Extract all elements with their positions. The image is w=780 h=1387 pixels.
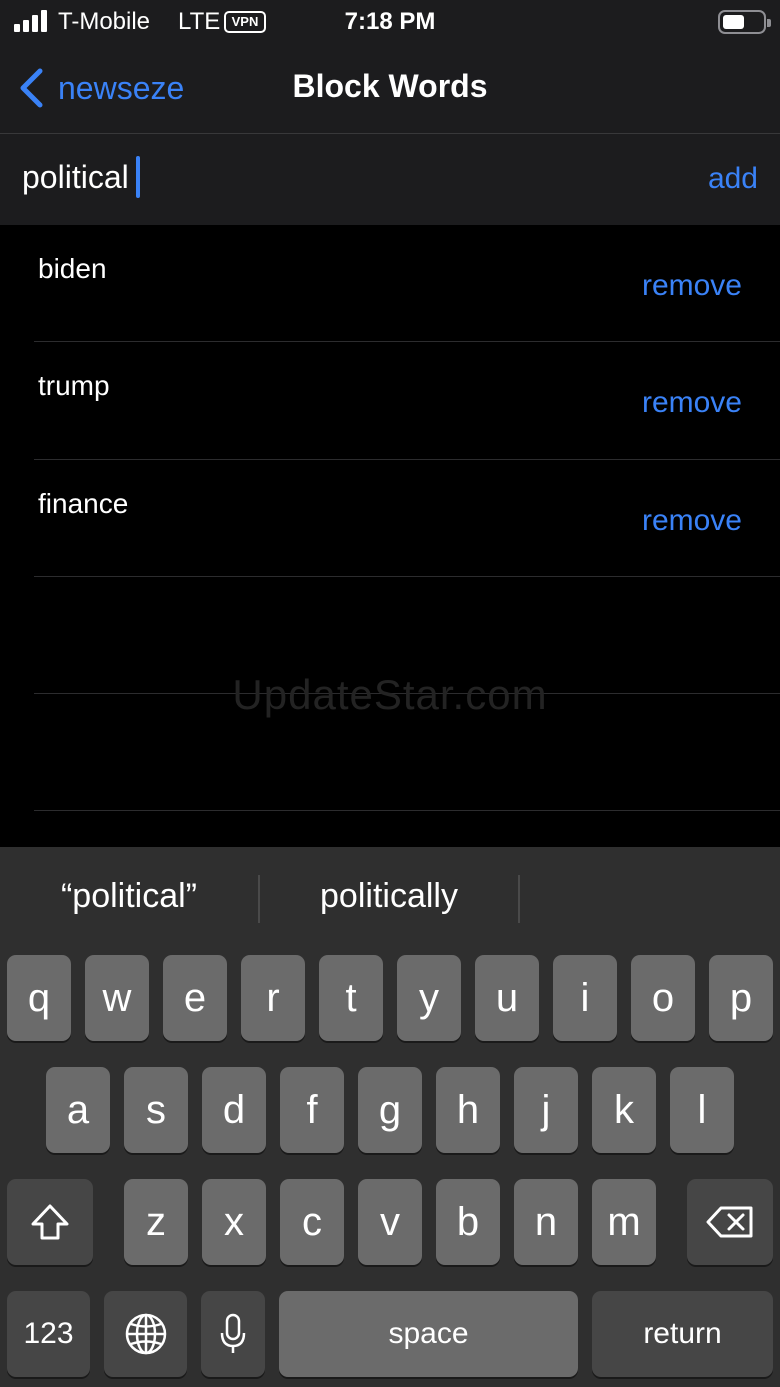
key-j[interactable]: j [514,1067,578,1153]
remove-button[interactable]: remove [642,386,742,420]
key-e[interactable]: e [163,955,227,1041]
globe-icon [125,1313,166,1355]
add-word-row: add [0,134,780,225]
key-p[interactable]: p [709,955,773,1041]
delete-icon [706,1206,753,1238]
shift-icon [31,1204,69,1240]
row-divider [34,810,780,811]
key-w[interactable]: w [85,955,149,1041]
key-y[interactable]: y [397,955,461,1041]
key-u[interactable]: u [475,955,539,1041]
shift-key[interactable] [7,1179,93,1265]
key-r[interactable]: r [241,955,305,1041]
key-n[interactable]: n [514,1179,578,1265]
key-b[interactable]: b [436,1179,500,1265]
key-o[interactable]: o [631,955,695,1041]
key-h[interactable]: h [436,1067,500,1153]
key-g[interactable]: g [358,1067,422,1153]
key-k[interactable]: k [592,1067,656,1153]
key-z[interactable]: z [124,1179,188,1265]
row-divider [34,576,780,577]
remove-button[interactable]: remove [642,504,742,538]
key-x[interactable]: x [202,1179,266,1265]
key-s[interactable]: s [124,1067,188,1153]
key-t[interactable]: t [319,955,383,1041]
blocked-words-list: biden remove trump remove finance remove… [0,225,780,847]
blocked-word: biden [38,253,107,284]
text-cursor [136,156,140,198]
block-word-input[interactable] [22,152,662,202]
key-f[interactable]: f [280,1067,344,1153]
suggestion-divider [518,875,520,923]
key-d[interactable]: d [202,1067,266,1153]
suggestion-bar: “political” politically [0,847,780,951]
keyboard: “political” politically q w e r t y u i … [0,847,780,1387]
suggestion-item[interactable]: politically [260,877,518,916]
numbers-key[interactable]: 123 [7,1291,90,1377]
list-item: biden remove [0,225,780,342]
blocked-word: finance [38,488,129,519]
status-time: 7:18 PM [344,8,436,35]
add-button[interactable]: add [708,162,758,196]
key-c[interactable]: c [280,1179,344,1265]
battery-icon [718,10,771,34]
return-key[interactable]: return [592,1291,773,1377]
watermark: UpdateStar.com [232,671,548,718]
list-item: trump remove [0,342,780,459]
delete-key[interactable] [687,1179,773,1265]
remove-button[interactable]: remove [642,269,742,303]
key-m[interactable]: m [592,1179,656,1265]
space-key[interactable]: space [279,1291,578,1377]
dictation-key[interactable] [201,1291,265,1377]
page-title: Block Words [292,68,488,104]
key-v[interactable]: v [358,1179,422,1265]
key-l[interactable]: l [670,1067,734,1153]
navigation-bar: newseze Block Words [0,44,780,134]
blocked-word: trump [38,370,110,401]
status-bar: T-Mobile LTE VPN 7:18 PM [0,0,780,44]
key-q[interactable]: q [7,955,71,1041]
key-a[interactable]: a [46,1067,110,1153]
microphone-icon [220,1313,246,1353]
suggestion-item[interactable]: “political” [0,877,258,916]
list-item: finance remove [0,460,780,577]
globe-key[interactable] [104,1291,187,1377]
key-i[interactable]: i [553,955,617,1041]
